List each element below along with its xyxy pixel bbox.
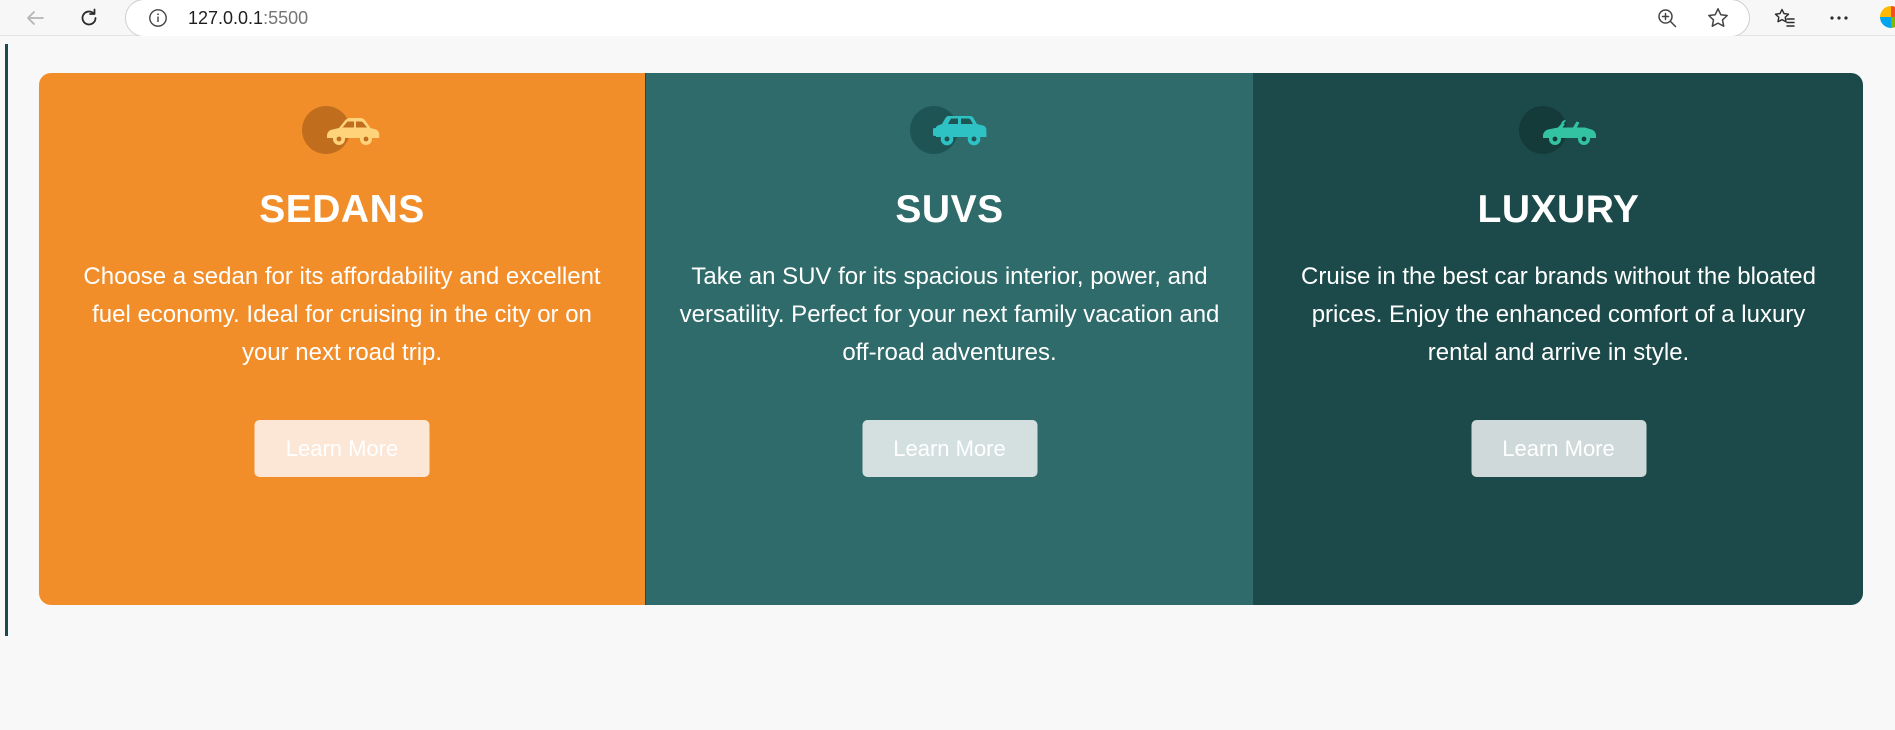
page-left-border <box>5 44 8 636</box>
learn-more-button[interactable]: Learn More <box>862 420 1037 477</box>
favorites-icon <box>1773 6 1797 30</box>
address-bar[interactable]: 127.0.0.1:5500 <box>125 0 1750 37</box>
card-suvs: SUVS Take an SUV for its spacious interi… <box>646 73 1255 605</box>
info-circle-icon[interactable] <box>148 8 168 33</box>
suv-car-icon <box>932 114 988 153</box>
sedan-icon-wrap <box>302 106 382 154</box>
card-title: LUXURY <box>1477 188 1640 231</box>
browser-toolbar: 127.0.0.1:5500 <box>0 0 1895 37</box>
edge-logo-icon[interactable] <box>1880 6 1895 28</box>
learn-more-button[interactable]: Learn More <box>1471 420 1646 477</box>
zoom-in-icon[interactable] <box>1656 7 1678 34</box>
back-button[interactable] <box>20 3 50 33</box>
favorites-button[interactable] <box>1770 3 1800 33</box>
url-port: :5500 <box>263 8 309 28</box>
card-description: Cruise in the best car brands without th… <box>1301 263 1816 366</box>
star-icon[interactable] <box>1706 6 1730 35</box>
learn-more-button[interactable]: Learn More <box>254 420 430 477</box>
arrow-left-icon <box>24 7 46 29</box>
luxury-icon-wrap <box>1518 106 1599 154</box>
reload-button[interactable] <box>74 3 104 33</box>
car-category-cards: SEDANS Choose a sedan for its affordabil… <box>39 73 1863 605</box>
url-text[interactable]: 127.0.0.1:5500 <box>188 8 308 29</box>
sedan-car-icon <box>324 114 380 153</box>
more-button[interactable] <box>1824 3 1854 33</box>
card-description: Choose a sedan for its affordability and… <box>83 263 601 366</box>
card-title: SUVS <box>895 188 1004 231</box>
suv-icon-wrap <box>909 106 990 154</box>
reload-icon <box>78 7 100 29</box>
card-description: Take an SUV for its spacious interior, p… <box>679 263 1220 366</box>
card-title: SEDANS <box>259 188 425 231</box>
more-icon <box>1828 7 1850 29</box>
card-sedans: SEDANS Choose a sedan for its affordabil… <box>39 73 647 605</box>
convertible-car-icon <box>1541 114 1597 153</box>
url-host: 127.0.0.1 <box>188 8 264 28</box>
card-luxury: LUXURY Cruise in the best car brands wit… <box>1254 73 1863 605</box>
